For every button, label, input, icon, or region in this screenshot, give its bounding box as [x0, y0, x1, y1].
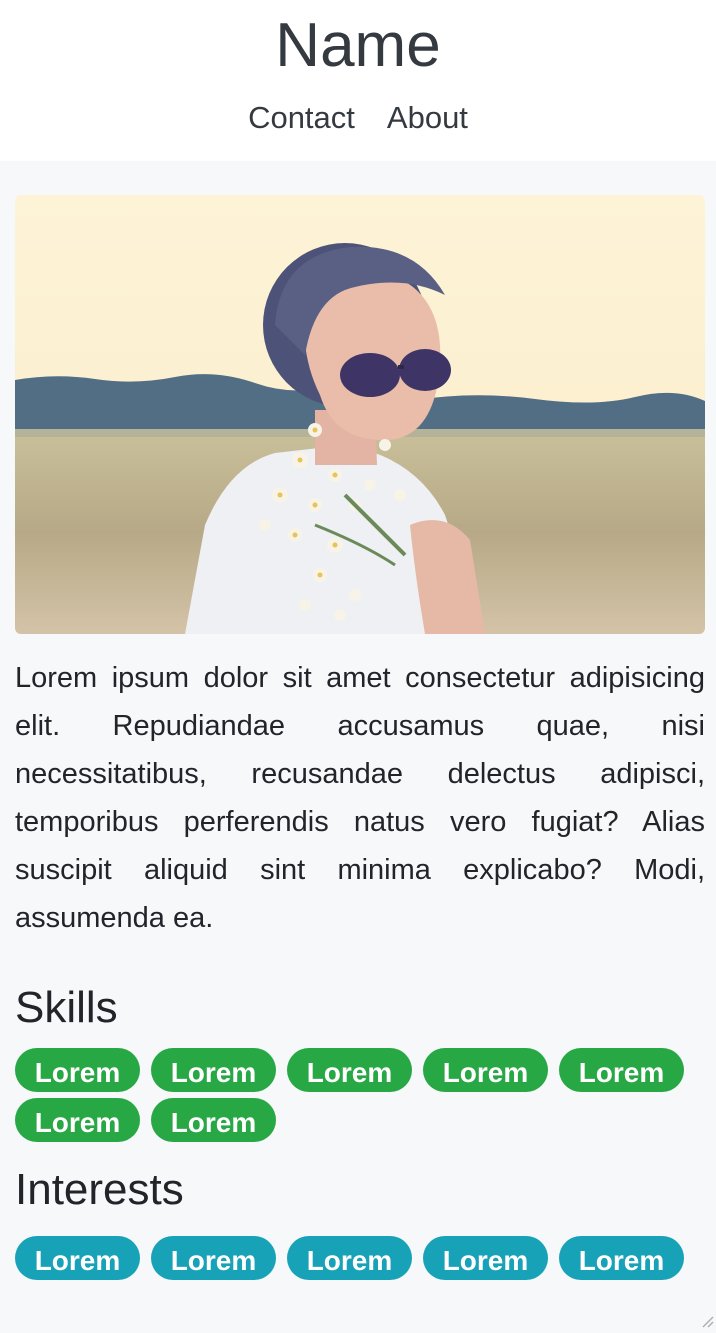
- skill-badge: Lorem: [151, 1048, 276, 1092]
- skill-badge: Lorem: [15, 1098, 140, 1142]
- skill-badge: Lorem: [423, 1048, 548, 1092]
- main-nav: Contact About: [0, 98, 716, 138]
- skill-badge: Lorem: [151, 1098, 276, 1142]
- interest-badge: Lorem: [423, 1236, 548, 1280]
- main-content: Lorem ipsum dolor sit amet consectetur a…: [0, 161, 716, 1280]
- nav-link-about[interactable]: About: [387, 98, 468, 138]
- site-name: Name: [275, 11, 441, 80]
- profile-photo: [15, 195, 705, 634]
- skills-heading: Skills: [15, 983, 118, 1032]
- interest-badge: Lorem: [287, 1236, 412, 1280]
- skill-badge: Lorem: [559, 1048, 684, 1092]
- interest-badge: Lorem: [15, 1236, 140, 1280]
- interest-badge: Lorem: [559, 1236, 684, 1280]
- interests-heading: Interests: [15, 1165, 184, 1214]
- interests-list: Lorem Lorem Lorem Lorem Lorem: [15, 1236, 705, 1280]
- bio-text: Lorem ipsum dolor sit amet consectetur a…: [15, 662, 705, 934]
- interest-badge: Lorem: [151, 1236, 276, 1280]
- nav-link-contact[interactable]: Contact: [248, 98, 355, 138]
- skill-badge: Lorem: [15, 1048, 140, 1092]
- skill-badge: Lorem: [287, 1048, 412, 1092]
- site-header: Name Contact About: [0, 0, 716, 161]
- resize-grip-icon[interactable]: [700, 1314, 714, 1328]
- skills-list: Lorem Lorem Lorem Lorem Lorem Lorem Lore…: [15, 1048, 705, 1142]
